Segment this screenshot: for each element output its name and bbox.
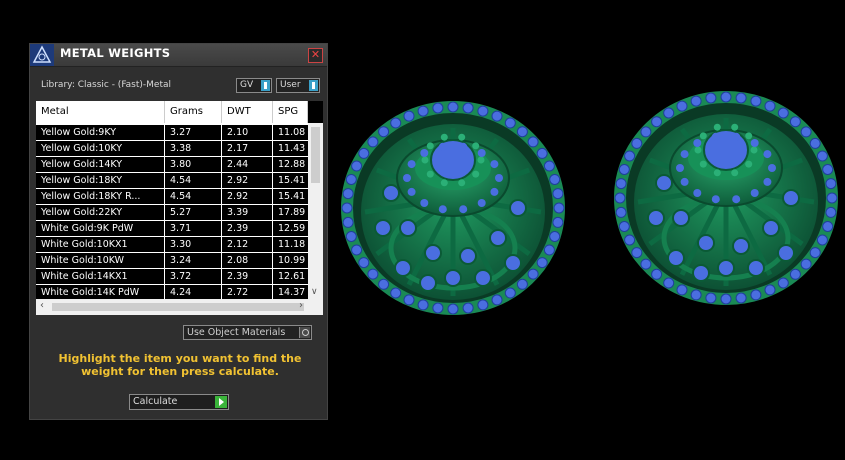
spg-cell: 10.99 (278, 255, 306, 266)
spg-cell: 12.59 (278, 223, 306, 234)
dwt-cell: 2.39 (222, 221, 273, 236)
metal-cell: Yellow Gold:18KY R... (36, 189, 165, 204)
use-object-materials-option[interactable]: Use Object Materials (183, 325, 312, 340)
grams-cell: 3.24 (165, 253, 222, 268)
metal-cell: Yellow Gold:14KY (36, 157, 165, 172)
table-row[interactable]: Yellow Gold:10KY 3.38 2.17 11.43 (36, 141, 308, 157)
grams-cell: 3.72 (165, 269, 222, 284)
dwt-cell: 2.44 (222, 157, 273, 172)
table-row[interactable]: Yellow Gold:9KY 3.27 2.10 11.08 (36, 125, 308, 141)
grams-cell: 5.27 (165, 205, 222, 220)
metal-cell: Yellow Gold:10KY (36, 141, 165, 156)
table-body: Yellow Gold:9KY 3.27 2.10 11.08 Yellow Gold:… (36, 125, 308, 301)
dwt-cell: 3.39 (222, 205, 273, 220)
grams-cell: 4.24 (165, 285, 222, 300)
grams-cell: 3.38 (165, 141, 222, 156)
earring-model-right[interactable] (614, 91, 838, 305)
grams-cell: 3.71 (165, 221, 222, 236)
vertical-scroll-thumb[interactable] (311, 127, 320, 183)
scroll-right-icon[interactable]: › (299, 300, 303, 311)
table-row[interactable]: Yellow Gold:18KY 4.54 2.92 15.41 (36, 173, 308, 189)
user-dropdown-value: User (280, 80, 301, 90)
unit-dropdown-value: GV (240, 80, 254, 90)
table-row[interactable]: White Gold:9K PdW 3.71 2.39 12.59 (36, 221, 308, 237)
dwt-cell: 2.10 (222, 125, 273, 140)
radio-icon[interactable] (299, 327, 310, 338)
dropdown-arrow-icon (261, 80, 270, 91)
metal-cell: White Gold:14KX1 (36, 269, 165, 284)
calculate-button[interactable]: Calculate (129, 394, 229, 410)
panel-title: METAL WEIGHTS (60, 46, 171, 60)
dropdown-arrow-icon (309, 80, 318, 91)
library-label: Library: Classic - (Fast)-Metal (41, 80, 172, 90)
use-object-materials-label: Use Object Materials (187, 327, 286, 338)
dwt-cell: 2.92 (222, 173, 273, 188)
header-corner (308, 101, 323, 123)
metal-cell: Yellow Gold:22KY (36, 205, 165, 220)
spg-cell: 14.37 (278, 287, 306, 298)
spg-cell: 12.88 (278, 159, 306, 170)
metal-table: Metal Grams DWT SPG Yellow Gold:9KY 3.27 2… (36, 101, 323, 315)
metal-weights-panel: METAL WEIGHTS ✕ Library: Classic - (Fast… (29, 43, 328, 420)
column-header-dwt[interactable]: DWT (222, 101, 273, 123)
metal-cell: White Gold:9K PdW (36, 221, 165, 236)
grams-cell: 4.54 (165, 189, 222, 204)
table-header: Metal Grams DWT SPG (36, 101, 323, 123)
column-header-metal[interactable]: Metal (36, 101, 165, 123)
dwt-cell: 2.72 (222, 285, 273, 300)
dwt-cell: 2.17 (222, 141, 273, 156)
table-row[interactable]: Yellow Gold:14KY 3.80 2.44 12.88 (36, 157, 308, 173)
metal-cell: White Gold:10KW (36, 253, 165, 268)
dwt-cell: 2.39 (222, 269, 273, 284)
dwt-cell: 2.08 (222, 253, 273, 268)
horizontal-scroll-thumb[interactable] (52, 303, 304, 311)
calculate-label: Calculate (133, 396, 178, 407)
3d-viewport[interactable] (338, 85, 845, 355)
scroll-left-icon[interactable]: ‹ (40, 300, 44, 311)
spg-cell: 15.41 (278, 175, 306, 186)
unit-dropdown[interactable]: GV (236, 78, 272, 93)
spg-cell: 17.89 (278, 207, 306, 218)
instruction-message: Highlight the item you want to find the … (58, 352, 302, 378)
table-row[interactable]: White Gold:10KW 3.24 2.08 10.99 (36, 253, 308, 269)
column-header-grams[interactable]: Grams (165, 101, 222, 123)
scroll-down-icon[interactable]: ∨ (311, 287, 318, 297)
metal-cell: Yellow Gold:9KY (36, 125, 165, 140)
grams-cell: 3.27 (165, 125, 222, 140)
title-bar[interactable]: METAL WEIGHTS ✕ (30, 44, 327, 67)
dwt-cell: 2.12 (222, 237, 273, 252)
spg-cell: 12.61 (278, 271, 306, 282)
table-row[interactable]: Yellow Gold:22KY 5.27 3.39 17.89 (36, 205, 308, 221)
horizontal-scrollbar[interactable]: ‹ › (36, 299, 323, 315)
table-row[interactable]: Yellow Gold:18KY R... 4.54 2.92 15.41 (36, 189, 308, 205)
metal-cell: Yellow Gold:18KY (36, 173, 165, 188)
spg-cell: 11.18 (278, 239, 306, 250)
table-row[interactable]: White Gold:14KX1 3.72 2.39 12.61 (36, 269, 308, 285)
close-button[interactable]: ✕ (308, 48, 323, 63)
vertical-scrollbar[interactable]: ∨ (308, 123, 323, 299)
column-header-spg[interactable]: SPG (273, 101, 308, 123)
earring-model-left[interactable] (341, 101, 565, 315)
table-row[interactable]: White Gold:10KX1 3.30 2.12 11.18 (36, 237, 308, 253)
app-logo-icon (30, 44, 54, 66)
grams-cell: 4.54 (165, 173, 222, 188)
play-icon (215, 396, 227, 408)
grams-cell: 3.80 (165, 157, 222, 172)
user-dropdown[interactable]: User (276, 78, 320, 93)
spg-cell: 11.43 (278, 143, 306, 154)
metal-cell: White Gold:10KX1 (36, 237, 165, 252)
spg-cell: 11.08 (278, 127, 306, 138)
grams-cell: 3.30 (165, 237, 222, 252)
metal-cell: White Gold:14K PdW (36, 285, 165, 300)
spg-cell: 15.41 (278, 191, 306, 202)
dwt-cell: 2.92 (222, 189, 273, 204)
